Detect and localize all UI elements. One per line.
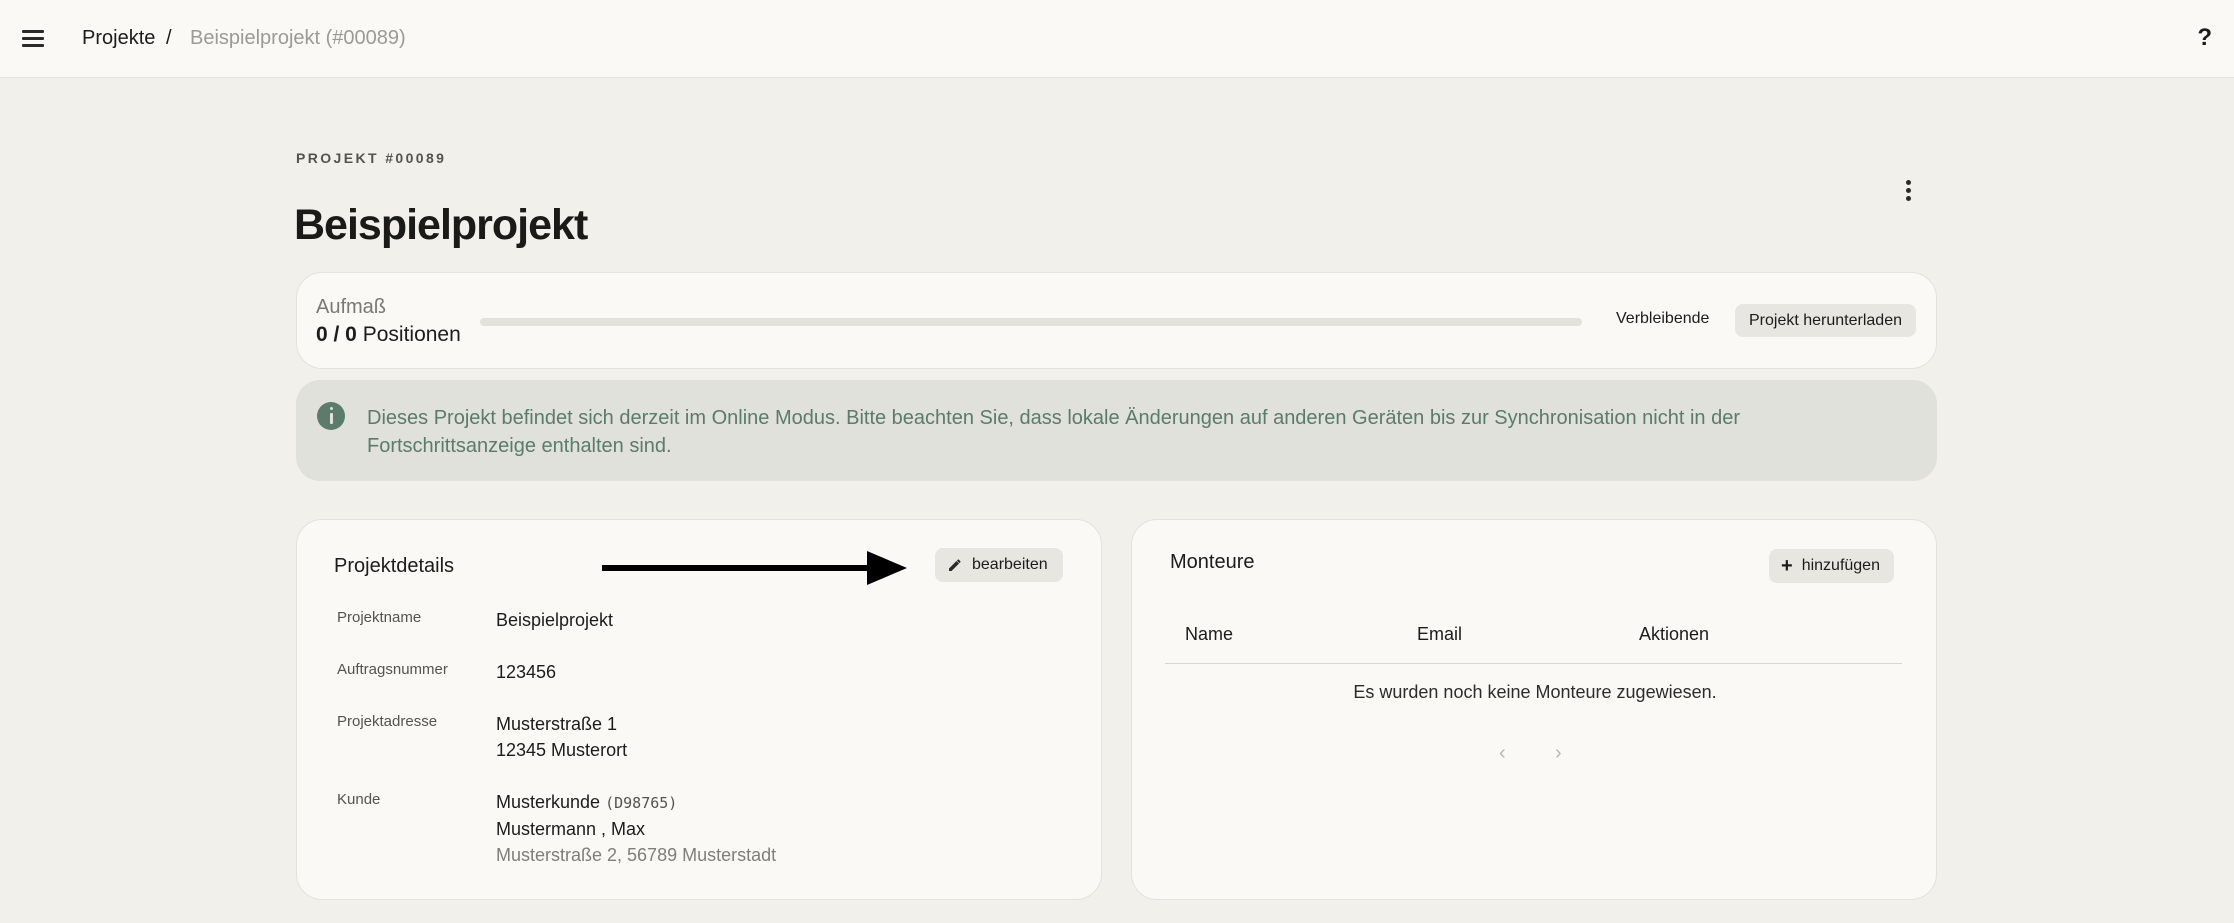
add-installer-label: hinzufügen [1801,557,1880,574]
column-header-name[interactable]: Name [1185,624,1233,645]
customer-value: Musterkunde (D98765) Mustermann , Max Mu… [496,789,776,868]
breadcrumb-projekte[interactable]: Projekte [82,27,155,50]
project-address-value: Musterstraße 1 12345 Musterort [496,711,627,763]
page-title: Beispielprojekt [294,201,588,249]
column-header-email[interactable]: Email [1417,624,1462,645]
project-details-card: Projektdetails bearbeiten Projektname Be… [296,519,1102,900]
more-options-icon[interactable] [1896,176,1920,204]
info-icon [317,402,345,430]
remaining-button[interactable]: Verbleibende [1616,304,1709,334]
arrow-right-icon [602,551,907,585]
project-address-label: Projektadresse [337,713,438,730]
progress-count: 0 / 0 Positionen [316,323,461,347]
info-text: Dieses Projekt befindet sich derzeit im … [367,407,1740,457]
address-line-2: 12345 Musterort [496,740,628,760]
progress-count-suffix: Positionen [362,323,461,346]
breadcrumb-separator: / [166,27,172,49]
plus-icon: + [1781,555,1793,577]
edit-button-label: bearbeiten [972,556,1048,573]
empty-table-message: Es wurden noch keine Monteure zugewiesen… [1353,682,1717,702]
customer-contact: Mustermann , Max [496,819,646,839]
order-number-label: Auftragsnummer [337,661,448,678]
chevron-right-icon[interactable]: › [1555,742,1562,765]
customer-name: Musterkunde [496,792,601,812]
project-details-title: Projektdetails [334,555,455,577]
customer-address: Musterstraße 2, 56789 Musterstadt [496,845,777,865]
address-line-1: Musterstraße 1 [496,714,618,734]
column-header-actions: Aktionen [1639,624,1710,644]
pencil-icon [949,559,961,571]
breadcrumb-current: Beispielprojekt (#00089) [190,27,406,49]
order-number-value: 123456 [496,662,557,682]
info-alert: Dieses Projekt befindet sich derzeit im … [296,380,1937,481]
progress-bar [480,318,1582,326]
progress-count-value: 0 / 0 [316,323,357,346]
installers-card: Monteure + hinzufügen Name Email Aktione… [1131,519,1937,900]
customer-label: Kunde [337,791,381,808]
download-project-button[interactable]: Projekt herunterladen [1735,304,1916,337]
progress-card: Aufmaß 0 / 0 Positionen Verbleibende Pro… [296,272,1937,369]
project-name-value: Beispielprojekt [496,610,614,630]
customer-id: (D98765) [605,794,678,812]
top-bar: Projekte / Beispielprojekt (#00089) ? [0,0,2234,78]
menu-icon[interactable] [20,25,48,53]
edit-button[interactable]: bearbeiten [935,548,1063,582]
installers-title: Monteure [1170,551,1255,573]
table-header-divider [1165,663,1902,664]
project-number-overline: PROJEKT #00089 [296,150,447,166]
add-installer-button[interactable]: + hinzufügen [1769,549,1894,583]
progress-label: Aufmaß [316,296,387,318]
help-icon[interactable]: ? [2197,24,2212,52]
chevron-left-icon[interactable]: ‹ [1499,742,1506,765]
project-name-label: Projektname [337,609,422,626]
